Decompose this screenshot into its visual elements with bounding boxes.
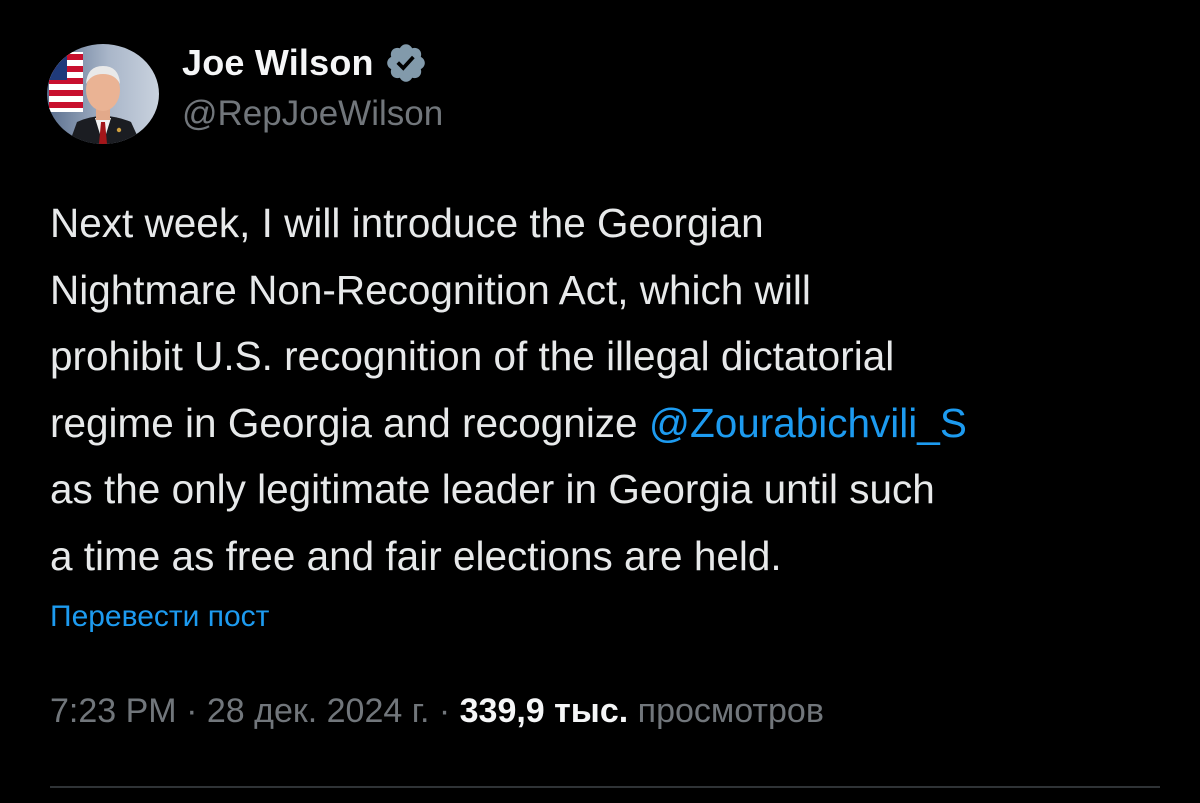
tweet-time[interactable]: 7:23 PM — [50, 692, 177, 730]
views-count[interactable]: 339,9 тыс. — [460, 692, 629, 730]
tweet-text-line: Nightmare Non-Recognition Act, which wil… — [50, 266, 811, 313]
tweet-text-line: prohibit U.S. recognition of the illegal… — [50, 333, 895, 379]
display-name-row: Joe Wilson — [182, 38, 428, 88]
tweet-text-line: Next week, I will introduce the Georgian — [50, 200, 764, 246]
meta-separator: · — [176, 692, 207, 730]
author-handle[interactable]: @RepJoeWilson — [182, 94, 443, 134]
display-name[interactable]: Joe Wilson — [182, 42, 374, 84]
tweet-date[interactable]: 28 дек. 2024 г. — [207, 692, 430, 730]
views-label: просмотров — [637, 692, 824, 730]
avatar[interactable] — [47, 44, 159, 144]
meta-separator: · — [429, 692, 460, 730]
tweet-text: Next week, I will introduce the Georgian… — [50, 190, 1160, 589]
tweet-text-line: regime in Georgia and recognize @Zourabi… — [50, 390, 1160, 457]
translate-post-link[interactable]: Перевести пост — [50, 600, 269, 634]
tweet-text-line: as the only legitimate leader in Georgia… — [50, 466, 935, 512]
tweet-meta: 7:23 PM · 28 дек. 2024 г. · 339,9 тыс. п… — [50, 692, 824, 731]
tweet-text-segment: regime in Georgia and recognize — [50, 399, 649, 446]
tweet: Joe Wilson @RepJoeWilson Next week, I wi… — [0, 0, 1200, 803]
tweet-text-line: a time as free and fair elections are he… — [50, 532, 782, 579]
mention-link[interactable]: @Zourabichvili_S — [649, 400, 967, 446]
avatar-icon — [47, 44, 159, 144]
verified-badge-icon[interactable] — [384, 41, 428, 85]
divider — [50, 786, 1160, 788]
